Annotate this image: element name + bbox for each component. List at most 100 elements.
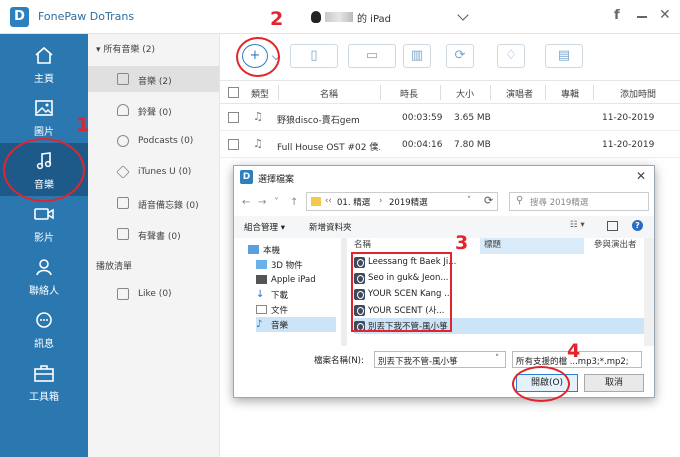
tree-label: 本機 [263,245,281,256]
step4-number: 4 [567,340,581,362]
nav-videos[interactable]: 影片 [0,196,88,249]
close-icon[interactable]: ✕ [659,7,671,23]
back-arrow-icon[interactable]: ← [242,197,250,208]
nav-contacts[interactable]: 聯絡人 [0,249,88,302]
table-row[interactable]: ♫ Full House OST #02 僕... 00:04:16 7.80 … [220,132,680,158]
preview-pane-icon[interactable] [607,221,618,231]
bell-icon: ♢ [505,48,517,63]
tree-downloads[interactable]: ↓ 下載 [256,287,352,302]
category-podcasts[interactable]: Podcasts (0) [88,128,219,154]
title-bar: D FonePaw DoTrans 的 iPad f ✕ [0,0,680,34]
address-bar[interactable]: ‹‹ 01. 精選 › 2019精選 ˅ [306,192,498,211]
tree-3d-objects[interactable]: 3D 物件 [256,257,352,272]
file-list-scrollbar[interactable] [644,238,654,346]
nav-videos-label: 影片 [34,233,54,244]
breadcrumb-folder[interactable]: 01. 精選 [337,196,370,208]
export-to-device-button[interactable]: ▯ [290,44,338,68]
nav-photos[interactable]: 圖片 [0,90,88,143]
row-checkbox[interactable] [228,112,239,123]
category-ringtones[interactable]: 鈴聲 (0) [88,97,219,123]
facebook-icon[interactable]: f [614,8,620,23]
category-voice-memos[interactable]: 語音備忘錄 (0) [88,190,219,216]
new-folder-button[interactable]: 新增資料夾 [309,221,352,233]
breadcrumb-separator-icon: ‹‹ [325,196,332,206]
playlist-header: 播放清單 [96,262,133,272]
music-note-icon: ♫ [253,137,263,150]
search-box[interactable]: ⚲ 搜尋 2019精選 [509,192,649,211]
chevron-down-icon[interactable]: ˅ [467,196,471,206]
cell-added: 11-20-2019 [602,113,655,123]
view-options-icon[interactable]: ☷ ▾ [570,220,585,230]
search-icon: ⚲ [516,195,524,206]
tree-this-pc[interactable]: 本機 [248,242,344,257]
ringtone-maker-button[interactable]: ♢ [497,44,525,68]
all-music-header[interactable]: ▾ 所有音樂 (2) [96,42,155,55]
cancel-button[interactable]: 取消 [584,374,644,392]
music-note-icon: ♪ [256,319,263,330]
tree-scrollbar[interactable] [341,238,347,346]
minimize-icon[interactable] [637,16,647,18]
column-artist[interactable]: 參與演出者 [594,238,637,254]
tree-music[interactable]: ♪ 音樂 [256,317,336,332]
column-separator [593,85,594,100]
chevron-down-icon[interactable] [457,9,469,21]
help-icon[interactable]: ? [632,220,643,231]
filename-input[interactable]: 別丟下我不管-風小箏 ˅ [374,351,506,368]
ipad-icon [256,275,267,284]
dialog-title: 選擇檔案 [258,175,295,185]
column-title[interactable]: 標題 [480,238,584,254]
delete-button[interactable]: ▥ [403,44,431,68]
header-type[interactable]: 類型 [251,87,269,100]
tree-apple-ipad[interactable]: Apple iPad [256,272,352,287]
header-album[interactable]: 專輯 [561,87,579,100]
more-tools-button[interactable]: ▤ [545,44,583,68]
category-itunes-u[interactable]: iTunes U (0) [88,159,219,185]
close-icon[interactable]: ✕ [636,169,646,183]
header-added-time[interactable]: 添加時間 [620,87,656,100]
up-arrow-icon[interactable]: ↑ [290,197,298,208]
select-all-checkbox[interactable] [228,87,239,98]
category-audiobooks[interactable]: 有聲書 (0) [88,221,219,247]
header-artist[interactable]: 演唱者 [506,87,533,100]
graduation-cap-icon [116,165,130,179]
step3-number: 3 [455,232,469,254]
row-checkbox[interactable] [228,139,239,150]
breadcrumb-current[interactable]: 2019精選 [389,196,428,208]
filename-value: 別丟下我不管-風小箏 [378,357,458,367]
column-separator [278,85,279,100]
device-selector[interactable]: 的 iPad [311,8,391,26]
header-name[interactable]: 名稱 [320,87,338,100]
app-title: FonePaw DoTrans [38,10,135,23]
tree-label: 3D 物件 [271,260,303,271]
table-row[interactable]: ♫ 野狼disco-賣石gem 00:03:59 3.65 MB 11-20-2… [220,105,680,131]
playlist-like[interactable]: Like (0) [88,281,219,307]
export-to-pc-button[interactable]: ▭ [348,44,396,68]
chevron-down-icon[interactable]: ˅ [495,354,499,364]
header-size[interactable]: 大小 [456,87,474,100]
column-separator [545,85,546,100]
step1-highlight-ring [3,138,85,202]
step1-number: 1 [76,114,90,136]
header-duration[interactable]: 時長 [400,87,418,100]
organize-button[interactable]: 組合管理 ▾ [244,221,285,233]
fonepaw-window: D FonePaw DoTrans 的 iPad f ✕ 主頁 圖片 音樂 影片 [0,0,680,457]
cell-size: 3.65 MB [454,113,491,123]
step2-number: 2 [270,8,284,30]
nav-toolbox[interactable]: 工具箱 [0,355,88,408]
tree-label: 下載 [271,290,289,301]
apple-icon [311,11,321,23]
breadcrumb-separator-icon: › [379,196,383,206]
nav-home[interactable]: 主頁 [0,37,88,90]
forward-arrow-icon[interactable]: → [258,197,266,208]
navigation-tree: 本機 3D 物件 Apple iPad ↓ 下載 文件 ♪ 音樂 [234,238,347,346]
playlist-like-label: Like (0) [138,289,172,299]
cell-name: Full House OST #02 僕... [277,143,380,153]
category-itunes-u-label: iTunes U (0) [138,167,192,177]
nav-messages[interactable]: 訊息 [0,302,88,355]
tree-documents[interactable]: 文件 [256,302,352,317]
chevron-down-icon[interactable]: ˅ [274,197,279,208]
nav-photos-label: 圖片 [34,127,54,138]
refresh-icon[interactable]: ⟳ [484,194,493,207]
category-music[interactable]: 音樂 (2) [88,66,219,92]
refresh-button[interactable]: ⟳ [446,44,474,68]
